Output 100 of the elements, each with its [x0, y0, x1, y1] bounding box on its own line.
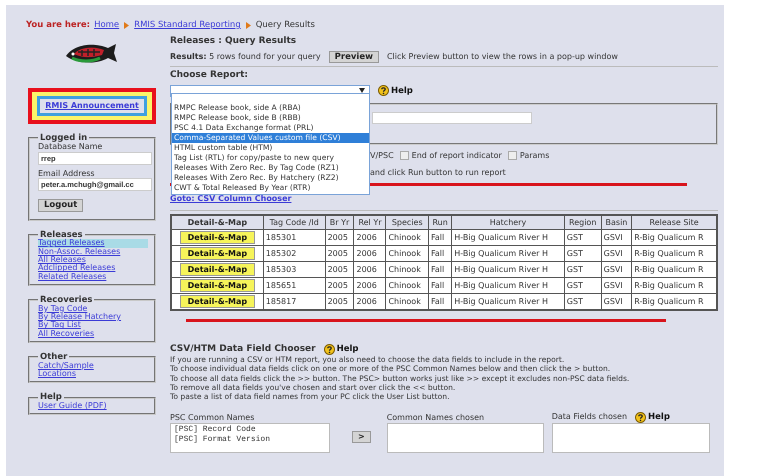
nav-link[interactable]: Tagged Releases — [38, 239, 148, 248]
table-cell: Chinook — [386, 229, 429, 246]
field-label: Database Name — [38, 142, 104, 152]
field-label: PSC Common Names — [170, 413, 256, 423]
table-cell: GST — [564, 229, 602, 246]
table-cell: Fall — [428, 293, 452, 310]
table-cell: 2005 — [325, 245, 354, 262]
table-cell: 185301 — [263, 229, 326, 246]
table-cell: H-Big Qualicum River H — [452, 293, 564, 310]
text-field[interactable] — [372, 112, 532, 124]
help-link[interactable]: Help — [635, 412, 670, 423]
help-icon — [635, 412, 646, 423]
table-cell: 2006 — [354, 277, 386, 294]
table-cell: 185817 — [263, 293, 326, 310]
table-cell: R-Big Qualicum R — [632, 229, 717, 246]
list-box[interactable] — [386, 422, 544, 453]
table-cell: 2006 — [354, 261, 386, 278]
table-cell: H-Big Qualicum River H — [452, 261, 564, 278]
add-button[interactable]: > — [352, 431, 371, 443]
table-cell: R-Big Qualicum R — [632, 261, 717, 278]
table-cell: H-Big Qualicum River H — [452, 277, 564, 294]
checkbox[interactable] — [400, 151, 409, 160]
field-label: Common Names chosen — [386, 413, 486, 423]
table-cell: GST — [564, 293, 602, 310]
table-cell: R-Big Qualicum R — [632, 245, 717, 262]
column-header: Detail-&-Map — [171, 214, 264, 230]
table-cell: GST — [564, 277, 602, 294]
panel-title: Recoveries — [40, 296, 94, 305]
table-cell: GSVI — [601, 261, 632, 278]
table-cell: Fall — [428, 229, 452, 246]
detail-map-button[interactable]: Detail-&-Map — [180, 246, 256, 260]
column-header: Hatchery — [452, 214, 564, 230]
nav-link[interactable]: All Releases — [38, 256, 148, 264]
table-cell: Chinook — [386, 293, 429, 310]
logout-button[interactable]: Logout — [38, 199, 84, 212]
preview-button[interactable]: Preview — [328, 50, 379, 64]
detail-map-button[interactable]: Detail-&-Map — [180, 278, 256, 292]
table-cell: 2005 — [325, 277, 354, 294]
breadcrumb-current: Query Results — [256, 20, 315, 30]
nav-link[interactable]: By Tag Code — [38, 304, 148, 313]
checkbox-label: End of report indicator — [412, 150, 502, 161]
table-cell: 2006 — [354, 229, 386, 246]
arrow-icon — [124, 22, 130, 29]
nav-link[interactable]: Non-Assoc. Releases — [38, 248, 148, 256]
nav-link[interactable]: Locations — [38, 370, 148, 378]
breadcrumb-link[interactable]: RMIS Standard Reporting — [134, 20, 241, 30]
arrow-icon — [246, 22, 251, 29]
table-cell: GST — [564, 261, 602, 278]
table-cell: 2006 — [354, 293, 386, 310]
table-cell: GSVI — [601, 277, 632, 294]
table-cell: 185303 — [263, 261, 326, 278]
table-cell: GST — [564, 245, 602, 262]
nav-link[interactable]: Catch/Sample — [38, 362, 148, 370]
table-cell: GSVI — [601, 229, 632, 246]
table-cell: GSVI — [601, 245, 632, 262]
list-option[interactable]: [PSC] Format Version — [174, 434, 326, 445]
panel-title: Help — [40, 393, 62, 402]
column-header: Rel Yr — [354, 214, 386, 230]
nav-link[interactable]: By Tag List — [38, 321, 148, 330]
field-label: Email Address — [38, 168, 96, 178]
column-header: Region — [564, 214, 602, 230]
help-link[interactable]: Help — [324, 344, 358, 355]
hint-text: Click Preview button to view the rows in a pop-up window — [386, 52, 618, 62]
field-label: Data Fields chosen — [552, 412, 628, 422]
table-cell: 2005 — [325, 261, 354, 278]
column-header: Species — [386, 214, 429, 230]
table-cell: 185651 — [263, 277, 326, 294]
announcement-link[interactable]: RMIS Announcement — [37, 96, 147, 116]
column-header: Run — [428, 214, 452, 230]
panel-title: Releases — [40, 230, 83, 240]
panel-title: Other — [40, 353, 68, 362]
panel-title: Logged in — [40, 134, 88, 142]
column-header: Tag Code /Id — [263, 214, 326, 230]
nav-link[interactable]: Related Releases — [38, 272, 148, 282]
table-cell: Chinook — [386, 261, 429, 278]
checkbox[interactable] — [508, 151, 517, 160]
help-link[interactable]: Help — [378, 85, 413, 96]
hint-text: and click Run button to run report — [370, 168, 507, 178]
list-option[interactable]: [PSC] Record Code — [174, 424, 326, 435]
column-header: Br Yr — [325, 214, 354, 230]
breadcrumb-link[interactable]: Home — [94, 20, 120, 30]
detail-map-button[interactable]: Detail-&-Map — [180, 294, 256, 308]
table-cell: R-Big Qualicum R — [632, 293, 717, 310]
list-box[interactable] — [552, 422, 710, 453]
detail-map-button[interactable]: Detail-&-Map — [180, 230, 256, 244]
goto-link[interactable]: Goto: CSV Column Chooser — [170, 194, 292, 204]
help-icon — [324, 344, 335, 355]
column-header: Basin — [601, 214, 632, 230]
section-title: CSV/HTM Data Field Chooser — [170, 344, 316, 355]
nav-link[interactable]: Adclipped Releases — [38, 264, 148, 273]
list-box[interactable]: [PSC] Record Code [PSC] Format Version — [170, 422, 330, 453]
nav-link[interactable]: By Release Hatchery — [38, 313, 148, 322]
table-cell: R-Big Qualicum R — [632, 277, 717, 294]
results-text: Results: 5 rows found for your query — [170, 52, 321, 62]
table-cell: GSVI — [601, 293, 632, 310]
table-cell: Fall — [428, 277, 452, 294]
nav-link[interactable]: All Recoveries — [38, 330, 148, 338]
nav-link[interactable]: User Guide (PDF) — [38, 402, 148, 410]
checkbox-label: Params — [520, 150, 550, 161]
detail-map-button[interactable]: Detail-&-Map — [180, 262, 256, 276]
